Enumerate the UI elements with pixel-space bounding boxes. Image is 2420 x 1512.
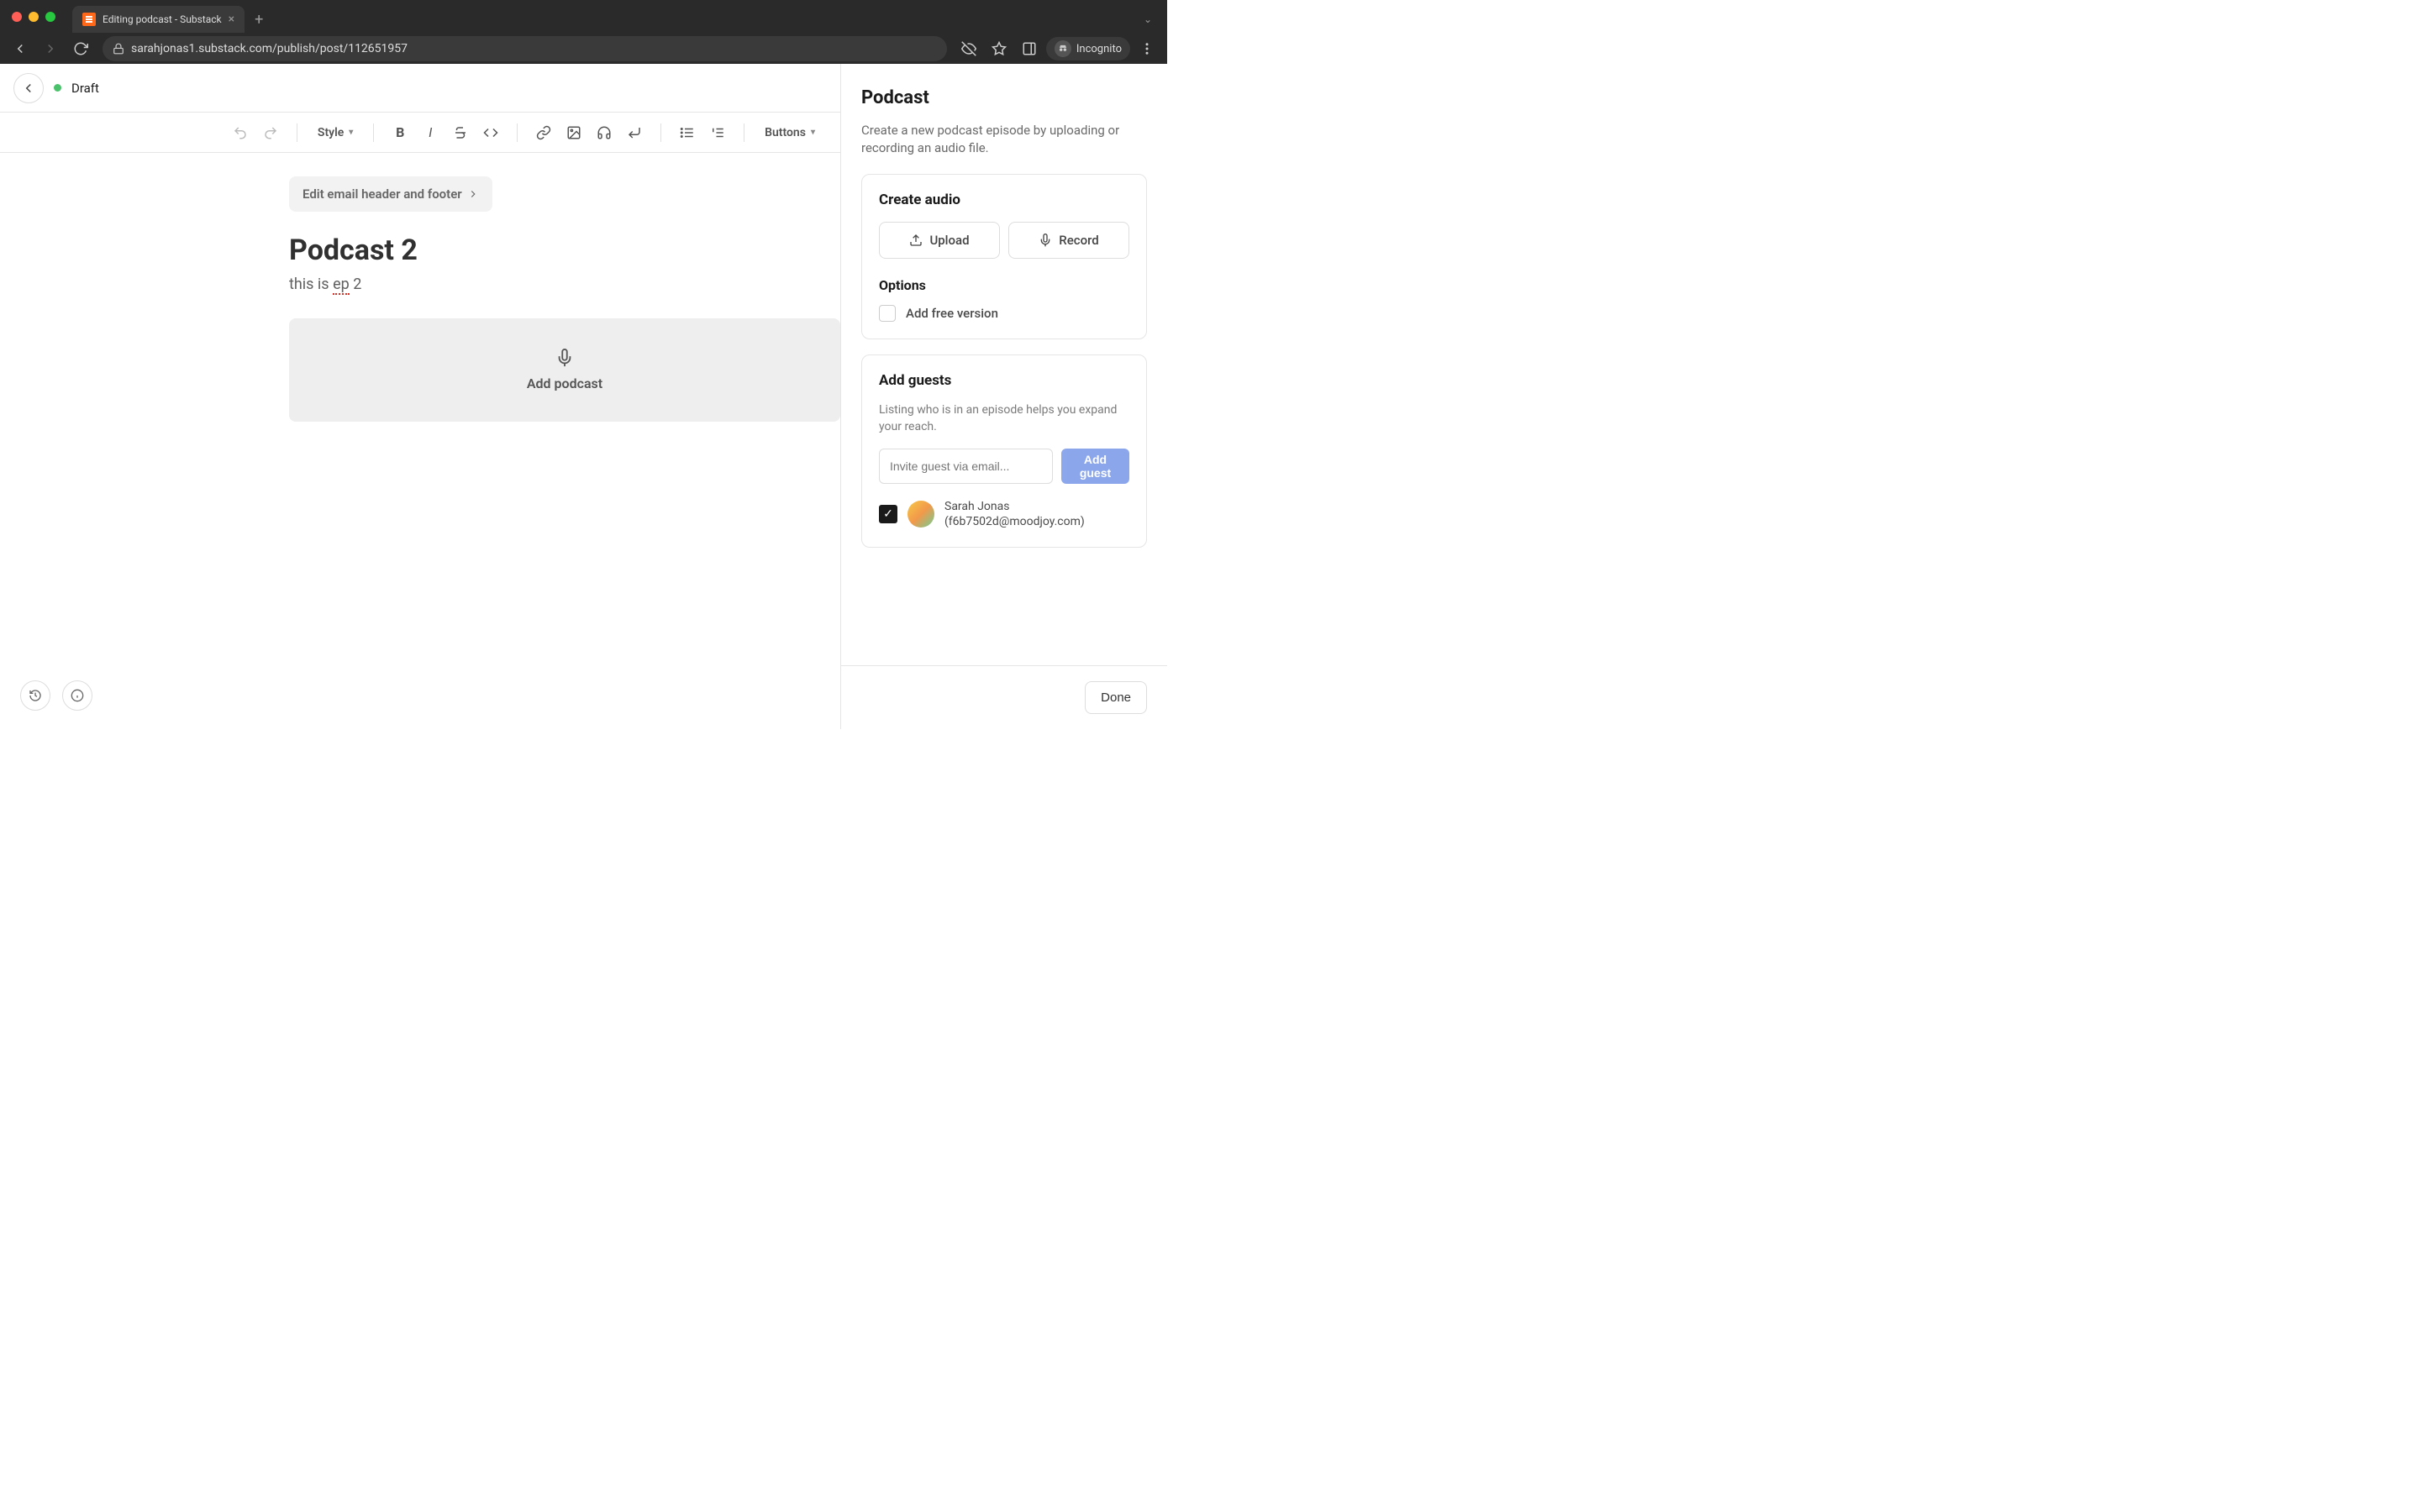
browser-chrome: Editing podcast - Substack × + ⌄ sarahjo… xyxy=(0,0,1167,64)
chrome-menu-button[interactable] xyxy=(1134,35,1160,62)
bullet-list-button[interactable] xyxy=(673,118,702,147)
create-audio-panel: Create audio Upload Record Options Add f… xyxy=(861,174,1147,339)
link-button[interactable] xyxy=(529,118,558,147)
options-heading: Options xyxy=(879,277,1129,293)
add-guest-button[interactable]: Add guest xyxy=(1061,449,1129,484)
main-area: Draft Style ▾ B I xyxy=(0,64,841,729)
browser-toolbar: sarahjonas1.substack.com/publish/post/11… xyxy=(0,34,1167,64)
ordered-list-button[interactable] xyxy=(703,118,732,147)
editor-toolbar: Style ▾ B I xyxy=(0,113,840,153)
status-dot-icon xyxy=(54,84,61,92)
image-button[interactable] xyxy=(560,118,588,147)
side-panel-icon[interactable] xyxy=(1016,35,1043,62)
create-audio-heading: Create audio xyxy=(879,192,1129,208)
style-label: Style xyxy=(318,126,344,139)
strikethrough-button[interactable] xyxy=(446,118,475,147)
add-guests-heading: Add guests xyxy=(879,372,1129,389)
window-minimize-button[interactable] xyxy=(29,12,39,22)
bookmark-star-icon[interactable] xyxy=(986,35,1013,62)
add-podcast-label: Add podcast xyxy=(527,375,602,391)
tab-favicon-icon xyxy=(82,13,96,26)
guest-name-label: Sarah Jonas(f6b7502d@moodjoy.com) xyxy=(944,499,1085,529)
address-bar[interactable]: sarahjonas1.substack.com/publish/post/11… xyxy=(103,36,947,61)
sidebar-footer: Done xyxy=(841,665,1167,729)
code-button[interactable] xyxy=(476,118,505,147)
buttons-label: Buttons xyxy=(765,126,806,139)
nav-reload-button[interactable] xyxy=(67,35,94,62)
add-podcast-dropzone[interactable]: Add podcast xyxy=(289,318,840,422)
incognito-icon xyxy=(1055,40,1071,57)
upload-button[interactable]: Upload xyxy=(879,222,1000,259)
style-dropdown[interactable]: Style ▾ xyxy=(309,118,361,147)
history-button[interactable] xyxy=(20,680,50,711)
chevron-down-icon: ▾ xyxy=(349,128,353,137)
linebreak-button[interactable] xyxy=(620,118,649,147)
add-guests-description: Listing who is in an episode helps you e… xyxy=(879,402,1129,435)
microphone-icon xyxy=(555,349,574,367)
add-guests-panel: Add guests Listing who is in an episode … xyxy=(861,354,1147,548)
buttons-dropdown[interactable]: Buttons ▾ xyxy=(756,118,823,147)
nav-back-button[interactable] xyxy=(7,35,34,62)
microphone-icon xyxy=(1039,234,1052,247)
lock-icon xyxy=(113,43,124,55)
nav-forward-button[interactable] xyxy=(37,35,64,62)
spelling-error: ep xyxy=(333,276,350,295)
window-maximize-button[interactable] xyxy=(45,12,55,22)
editor-bottom-actions xyxy=(20,680,92,711)
tab-close-button[interactable]: × xyxy=(229,13,234,26)
record-button[interactable]: Record xyxy=(1008,222,1129,259)
invite-email-input[interactable] xyxy=(879,449,1053,484)
tabs-overflow-button[interactable]: ⌄ xyxy=(1144,13,1152,25)
post-status-label: Draft xyxy=(71,81,99,96)
tab-title: Editing podcast - Substack xyxy=(103,13,222,25)
info-button[interactable] xyxy=(62,680,92,711)
sidebar-title: Podcast xyxy=(861,87,1147,108)
upload-icon xyxy=(909,234,923,247)
audio-button[interactable] xyxy=(590,118,618,147)
edit-email-header-button[interactable]: Edit email header and footer xyxy=(289,176,492,212)
upload-label: Upload xyxy=(929,233,969,248)
incognito-label: Incognito xyxy=(1076,43,1122,55)
app-header: Draft xyxy=(0,64,840,113)
window-controls xyxy=(12,12,55,22)
tracking-icon[interactable] xyxy=(955,35,982,62)
italic-button[interactable]: I xyxy=(416,118,445,147)
post-subtitle-input[interactable]: this is ep 2 xyxy=(289,276,840,293)
free-version-checkbox[interactable] xyxy=(879,305,896,322)
avatar xyxy=(908,501,934,528)
editor-body: Edit email header and footer Podcast 2 t… xyxy=(0,153,840,729)
app-root: Draft Style ▾ B I xyxy=(0,64,1167,729)
browser-tab[interactable]: Editing podcast - Substack × xyxy=(72,6,245,33)
undo-button[interactable] xyxy=(226,118,255,147)
chevron-right-icon xyxy=(467,188,479,200)
chevron-down-icon: ▾ xyxy=(811,128,815,137)
url-text: sarahjonas1.substack.com/publish/post/11… xyxy=(131,42,408,55)
redo-button[interactable] xyxy=(256,118,285,147)
done-button[interactable]: Done xyxy=(1085,681,1147,714)
podcast-sidebar: Podcast Create a new podcast episode by … xyxy=(841,64,1167,729)
window-close-button[interactable] xyxy=(12,12,22,22)
browser-titlebar: Editing podcast - Substack × + ⌄ xyxy=(0,0,1167,34)
incognito-badge[interactable]: Incognito xyxy=(1046,37,1130,60)
free-version-label: Add free version xyxy=(906,306,998,321)
guest-checkbox[interactable]: ✓ xyxy=(879,505,897,523)
guest-row: ✓ Sarah Jonas(f6b7502d@moodjoy.com) xyxy=(879,499,1129,529)
sidebar-description: Create a new podcast episode by uploadin… xyxy=(861,122,1147,157)
editor-back-button[interactable] xyxy=(13,73,44,103)
bold-button[interactable]: B xyxy=(386,118,414,147)
new-tab-button[interactable]: + xyxy=(245,11,273,29)
edit-email-header-label: Edit email header and footer xyxy=(302,186,462,202)
post-title-input[interactable]: Podcast 2 xyxy=(289,234,840,267)
record-label: Record xyxy=(1059,233,1098,248)
